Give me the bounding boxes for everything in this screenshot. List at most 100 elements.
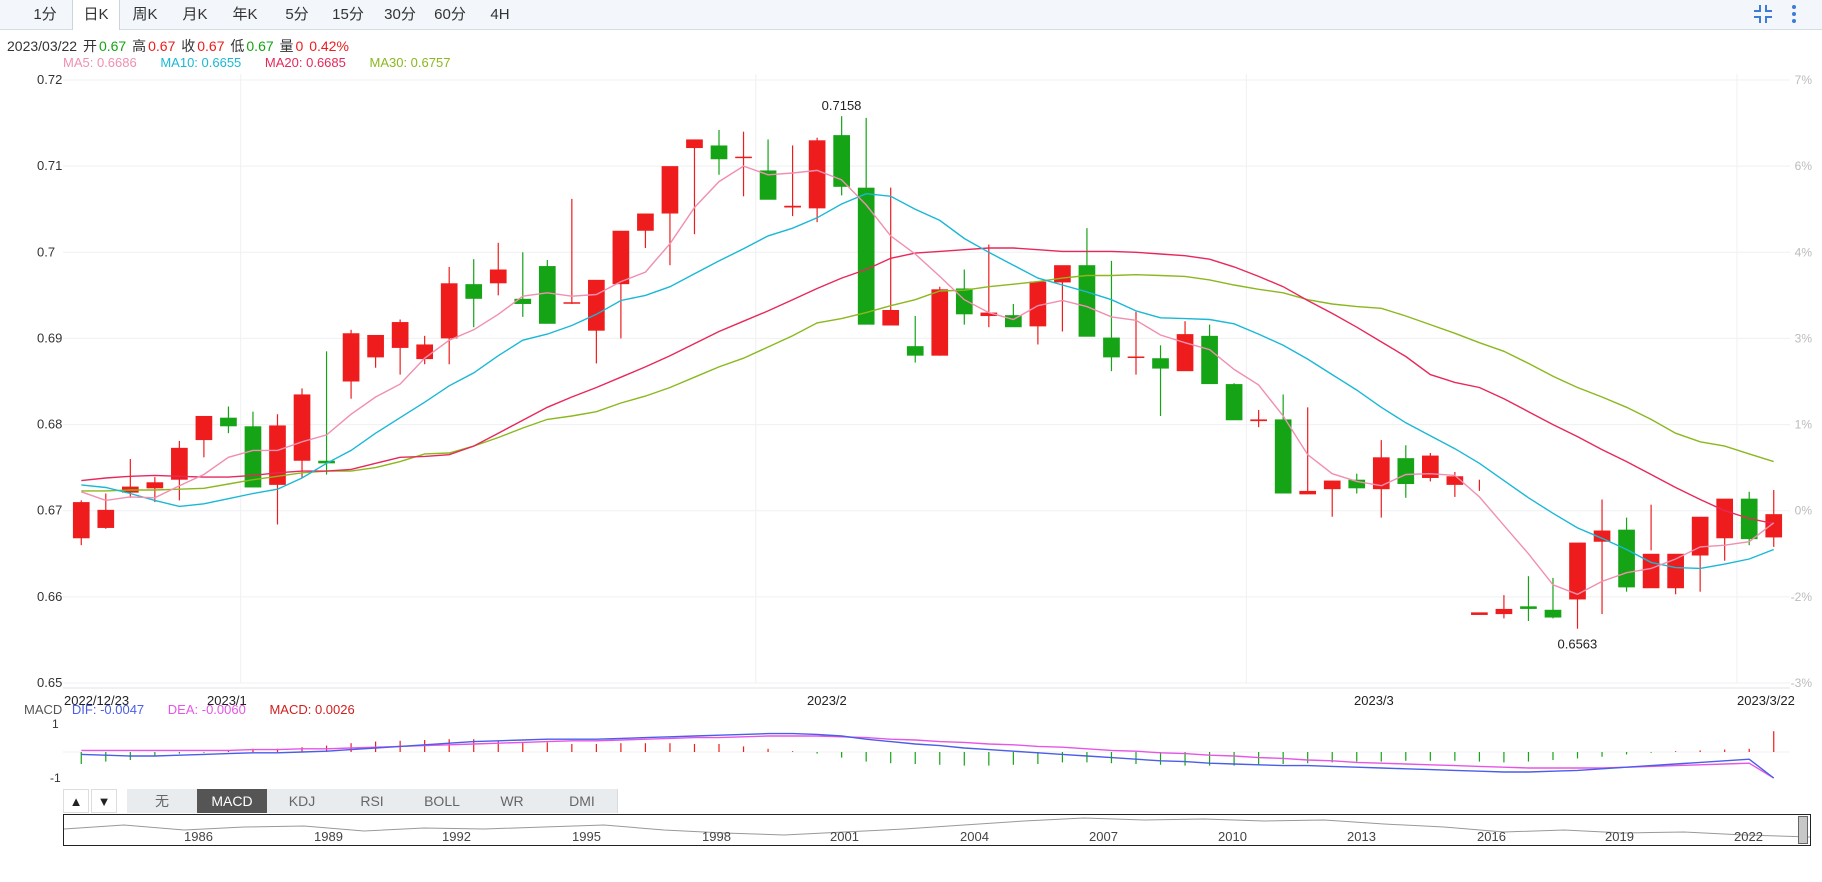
x-label-feb: 2023/2 (807, 693, 847, 708)
pct-tick-label: 3% (1795, 331, 1813, 345)
candle-body (1176, 334, 1194, 372)
candle-body (955, 288, 973, 315)
nav-year-2019: 2019 (1605, 829, 1634, 844)
macd-legend: MACD DIF: -0.0047 DEA: -0.0060 MACD: 0.0… (24, 702, 375, 717)
ma5-line (81, 165, 1775, 596)
candle-body (1201, 335, 1218, 385)
nav-year-1986: 1986 (184, 829, 213, 844)
indicator-macd[interactable]: MACD (197, 789, 268, 813)
dea-legend: DEA: -0.0060 (167, 702, 246, 717)
range-navigator[interactable]: 1986 1989 1992 1995 1998 2001 2004 2007 … (63, 814, 1811, 846)
ma10-line (81, 192, 1774, 570)
scroll-down-button[interactable]: ▼ (91, 789, 117, 813)
candle-body (1765, 514, 1783, 538)
candle-body (661, 166, 679, 214)
macd-tick-label: 1 (52, 717, 59, 731)
candle-body (710, 145, 728, 160)
indicator-wr[interactable]: WR (477, 789, 548, 813)
indicator-kdj[interactable]: KDJ (267, 789, 338, 813)
nav-year-2022: 2022 (1734, 829, 1763, 844)
nav-year-2010: 2010 (1218, 829, 1247, 844)
candle-body (1544, 609, 1562, 618)
candle-body (857, 187, 875, 325)
candle-body (1397, 458, 1415, 485)
candle-body (563, 302, 581, 304)
candle-body (1299, 490, 1317, 495)
candle-body (465, 284, 483, 299)
y-tick-label: 0.66 (37, 589, 62, 604)
candle-body (440, 283, 458, 339)
indicator-rsi[interactable]: RSI (337, 789, 408, 813)
macd-title: MACD (24, 702, 63, 717)
candle-body (1250, 419, 1267, 422)
pct-tick-label: 7% (1795, 73, 1813, 87)
candle-body (1274, 419, 1292, 494)
candle-body (342, 333, 360, 382)
min-price-label: 0.6563 (1558, 637, 1598, 652)
scroll-up-button[interactable]: ▲ (63, 789, 89, 813)
nav-year-1998: 1998 (702, 829, 731, 844)
candle-body (538, 266, 556, 324)
x-label-end: 2023/3/22 (1737, 693, 1795, 708)
pct-tick-label: 0% (1795, 504, 1813, 518)
y-tick-label: 0.72 (37, 72, 62, 87)
nav-year-2013: 2013 (1347, 829, 1376, 844)
candle-body (416, 344, 434, 360)
candle-body (882, 310, 900, 326)
candle-body (1054, 265, 1071, 283)
nav-year-1995: 1995 (572, 829, 601, 844)
y-tick-label: 0.68 (37, 417, 62, 432)
nav-year-2007: 2007 (1089, 829, 1118, 844)
candlestick-chart[interactable]: 0.72 7% 0.71 6% 0.7 4% 0.69 3% 0.68 1% 0.67 0% 0.66 -… (0, 0, 1822, 790)
y-tick-label: 0.67 (37, 503, 62, 518)
max-price-label: 0.7158 (822, 98, 862, 113)
candle-body (1127, 356, 1145, 359)
indicator-dmi[interactable]: DMI (547, 789, 618, 813)
candle-body (784, 205, 801, 208)
candle-body (931, 289, 949, 356)
y-tick-label: 0.71 (37, 158, 62, 173)
nav-year-1989: 1989 (314, 829, 343, 844)
candle-body (489, 269, 507, 284)
candle-body (1103, 337, 1120, 358)
indicator-bar: ▲ ▼ 无 MACD KDJ RSI BOLL WR DMI (63, 789, 623, 813)
candle-body (1471, 612, 1488, 615)
candle-body (367, 334, 384, 358)
candle-body (195, 415, 213, 441)
pct-tick-label: -2% (1791, 590, 1813, 604)
candle-body (1225, 384, 1243, 421)
pct-tick-label: -3% (1791, 676, 1813, 690)
x-label-mar: 2023/3 (1354, 693, 1394, 708)
candle-body (906, 346, 924, 356)
candle-body (1152, 358, 1169, 369)
pct-tick-label: 6% (1795, 159, 1813, 173)
indicator-boll[interactable]: BOLL (407, 789, 478, 813)
candle-body (808, 140, 826, 209)
candle-body (1618, 529, 1635, 588)
y-tick-label: 0.65 (37, 675, 62, 690)
candle-body (735, 156, 752, 159)
macd-tick-label: -1 (50, 771, 61, 785)
pct-tick-label: 1% (1795, 418, 1813, 432)
candle-body (97, 509, 115, 528)
candle-body (588, 279, 605, 331)
candle-body (1323, 480, 1341, 490)
candle-body (1716, 498, 1734, 539)
candle-body (833, 135, 850, 187)
y-tick-label: 0.69 (37, 330, 62, 345)
candle-body (391, 322, 409, 348)
candle-body (146, 482, 164, 489)
candle-body (72, 502, 90, 539)
candle-body (686, 139, 703, 149)
navigator-handle[interactable] (1798, 816, 1808, 844)
candle-body (612, 230, 630, 285)
y-tick-label: 0.7 (37, 244, 55, 259)
candle-body (220, 417, 237, 427)
candle-body (1495, 608, 1513, 615)
macd-value-legend: MACD: 0.0026 (269, 702, 355, 717)
indicator-none[interactable]: 无 (127, 789, 198, 813)
candle-body (637, 213, 654, 231)
pct-tick-label: 4% (1795, 245, 1813, 259)
nav-year-2016: 2016 (1477, 829, 1506, 844)
nav-year-2004: 2004 (960, 829, 989, 844)
